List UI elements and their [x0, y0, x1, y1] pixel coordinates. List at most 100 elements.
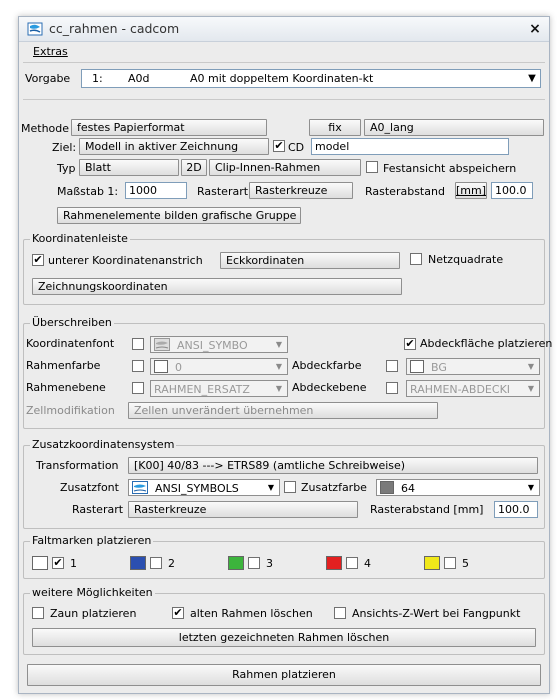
faltmarke-label: 3: [266, 557, 273, 570]
rahmenebene-select[interactable]: RAHMEN_ERSATZ ▼: [150, 380, 288, 397]
koordinatenleiste-group: Koordinatenleiste ✔ unterer Koordinatena…: [23, 232, 545, 305]
festansicht-checkbox[interactable]: [366, 161, 378, 173]
koordinatenfont-checkbox[interactable]: [132, 338, 144, 350]
rahmenebene-label: Rahmenebene: [26, 381, 106, 394]
massstab-label: Maßstab 1:: [57, 185, 119, 198]
methode-label: Methode: [21, 122, 70, 135]
alten-rahmen-label: alten Rahmen löschen: [190, 607, 313, 620]
rahmenebene-checkbox[interactable]: [132, 382, 144, 394]
koordinatenfont-select[interactable]: ANSI_SYMBO ▼: [150, 336, 288, 353]
typ-button[interactable]: Blatt: [79, 159, 179, 176]
abdeckebene-value: RAHMEN-ABDECKI: [410, 383, 511, 396]
faltmarke-checkbox[interactable]: [346, 557, 358, 569]
faltmarke-color-swatch[interactable]: [32, 556, 48, 570]
netzquadrate-checkbox[interactable]: [410, 253, 422, 265]
cd-checkbox[interactable]: ✔: [273, 140, 285, 152]
faltmarke-checkbox[interactable]: [248, 557, 260, 569]
faltmarke-checkbox[interactable]: ✔: [52, 557, 64, 569]
chevron-down-icon: ▼: [275, 362, 283, 371]
vorgabe-select[interactable]: 1: A0d A0 mit doppeltem Koordinaten-kt ▼: [81, 69, 541, 88]
cd-input[interactable]: model: [311, 138, 509, 155]
font-icon: [132, 481, 148, 494]
letzten-rahmen-loeschen-button[interactable]: letzten gezeichneten Rahmen löschen: [32, 628, 536, 647]
ansicht-checkbox[interactable]: [334, 607, 346, 619]
fix-button[interactable]: fix: [309, 119, 361, 136]
unterer-checkbox[interactable]: ✔: [32, 254, 44, 266]
cc-rahmen-dialog: cc_rahmen - cadcom × Extras Vorgabe 1: A…: [18, 16, 553, 694]
zellmodifikation-label: Zellmodifikation: [26, 404, 115, 417]
rasterart-button[interactable]: Rasterkreuze: [249, 182, 353, 199]
unit-button[interactable]: [mm]: [455, 182, 487, 199]
zusatz-rasterart-button[interactable]: Rasterkreuze: [128, 501, 358, 518]
koordinatenleiste-title: Koordinatenleiste: [30, 232, 130, 245]
netzquadrate-label: Netzquadrate: [428, 253, 504, 266]
ansicht-label: Ansichts-Z-Wert bei Fangpunkt: [352, 607, 521, 620]
koordinatenfont-label: Koordinatenfont: [26, 337, 115, 350]
ziel-button[interactable]: Modell in aktiver Zeichnung: [79, 138, 269, 155]
zusatz-title: Zusatzkoordinatensystem: [30, 438, 177, 451]
zaun-checkbox[interactable]: [32, 607, 44, 619]
abdeckebene-checkbox[interactable]: [386, 382, 398, 394]
faltmarke-label: 2: [168, 557, 175, 570]
cd-label: CD: [288, 141, 305, 154]
title-bar[interactable]: cc_rahmen - cadcom ×: [19, 17, 549, 42]
rasterart-label: Rasterart: [197, 185, 249, 198]
dim-button[interactable]: 2D: [181, 159, 207, 176]
methode-button[interactable]: festes Papierformat: [71, 119, 267, 136]
koordinatenfont-value: ANSI_SYMBO: [177, 339, 248, 352]
vorgabe-desc: A0 mit doppeltem Koordinaten-kt: [190, 72, 374, 85]
faltmarke-checkbox[interactable]: [150, 557, 162, 569]
faltmarke-label: 5: [462, 557, 469, 570]
faltmarke-color-swatch[interactable]: [228, 556, 244, 570]
weitere-title: weitere Möglichkeiten: [30, 586, 155, 599]
abdeckfarbe-checkbox[interactable]: [386, 360, 398, 372]
zeichnungskoordinaten-button[interactable]: Zeichnungskoordinaten: [32, 278, 402, 295]
gruppe-button[interactable]: Rahmenelemente bilden grafische Gruppe: [57, 207, 301, 224]
transformation-button[interactable]: [K00] 40/83 ---> ETRS89 (amtliche Schrei…: [128, 457, 538, 474]
zusatzfont-select[interactable]: ANSI_SYMBOLS ▼: [128, 479, 280, 496]
rahmenfarbe-select[interactable]: 0 ▼: [150, 358, 288, 375]
faltmarken-title: Faltmarken platzieren: [30, 534, 154, 547]
abdeckflaeche-checkbox[interactable]: ✔: [404, 338, 416, 350]
faltmarke-color-swatch[interactable]: [326, 556, 342, 570]
zellmodifikation-button[interactable]: Zellen unverändert übernehmen: [128, 402, 438, 419]
faltmarke-checkbox[interactable]: [444, 557, 456, 569]
unit-label: [mm]: [456, 184, 487, 197]
zusatzfarbe-select[interactable]: 64 ▼: [376, 479, 540, 496]
vorgabe-code: A0d: [128, 72, 150, 85]
transformation-label: Transformation: [36, 459, 119, 472]
chevron-down-icon: ▼: [267, 483, 275, 492]
faltmarke-color-swatch[interactable]: [130, 556, 146, 570]
color-swatch: [410, 360, 424, 373]
rahmen-platzieren-button[interactable]: Rahmen platzieren: [27, 664, 541, 686]
rasterabstand-label: Rasterabstand: [365, 185, 445, 198]
zusatz-rasterabstand-input[interactable]: 100.0: [494, 501, 538, 518]
format-button[interactable]: A0_lang: [364, 119, 544, 136]
menu-divider: [23, 62, 545, 63]
unterer-label: unterer Koordinatenanstrich: [48, 254, 203, 267]
rahmenfarbe-checkbox[interactable]: [132, 360, 144, 372]
rasterabstand-input[interactable]: 100.0: [491, 182, 533, 199]
rahmenfarbe-value: 0: [175, 361, 182, 374]
menu-extras[interactable]: Extras: [33, 45, 68, 58]
abdeckfarbe-select[interactable]: BG ▼: [406, 358, 540, 375]
chevron-down-icon: ▼: [275, 340, 283, 349]
close-icon[interactable]: ×: [525, 20, 545, 38]
zusatz-rasterabstand-label: Rasterabstand [mm]: [370, 503, 484, 516]
divider: [23, 99, 545, 100]
menu-extras-label: Extras: [33, 45, 68, 58]
window-title: cc_rahmen - cadcom: [49, 21, 180, 36]
ueberschreiben-title: Überschreiben: [30, 316, 114, 329]
alten-rahmen-checkbox[interactable]: ✔: [172, 607, 184, 619]
zusatzfont-label: Zusatzfont: [60, 481, 119, 494]
zusatzfarbe-value: 64: [401, 482, 415, 495]
abdeckebene-select[interactable]: RAHMEN-ABDECKI ▼: [406, 380, 540, 397]
clip-button[interactable]: Clip-Innen-Rahmen: [209, 159, 361, 176]
faltmarke-color-swatch[interactable]: [424, 556, 440, 570]
app-icon: [27, 22, 43, 36]
zusatzfarbe-checkbox[interactable]: [284, 481, 296, 493]
eckkordinaten-button[interactable]: Eckkordinaten: [220, 252, 400, 269]
massstab-input[interactable]: 1000: [125, 182, 187, 199]
faltmarken-group: Faltmarken platzieren ✔ 1 2 3 4 5: [23, 534, 545, 579]
abdeckflaeche-label: Abdeckfläche platzieren: [420, 337, 553, 350]
